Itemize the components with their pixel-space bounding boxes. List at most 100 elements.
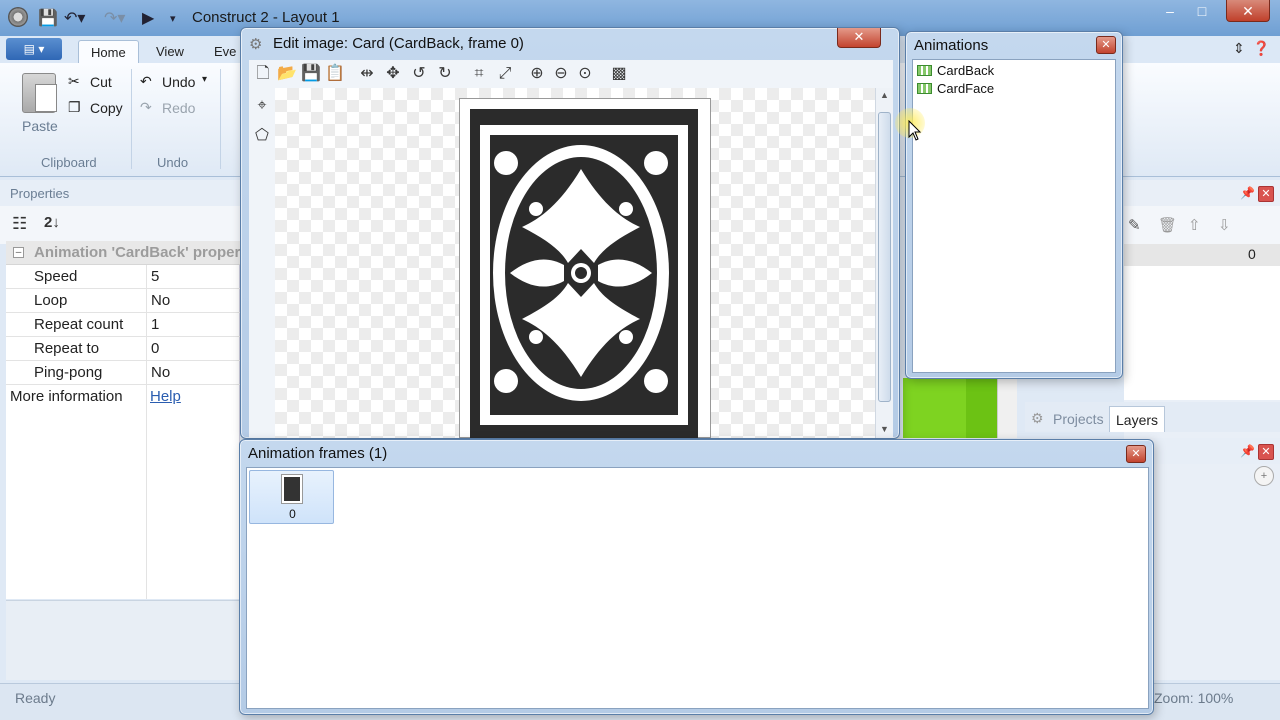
add-object-icon[interactable]: + [1254,466,1274,486]
close-button[interactable]: ✕ [1096,36,1116,54]
property-name: Loop [34,292,68,309]
property-name: Repeat to [34,340,100,357]
save-icon[interactable]: 💾 [301,64,321,84]
rotate-left-icon[interactable]: ↺ [409,64,429,84]
property-value[interactable]: No [151,364,170,381]
move-layer-down-icon[interactable]: ⇩ [1218,216,1231,234]
property-value[interactable]: No [151,292,170,309]
flip-vertical-icon[interactable]: ✥ [383,64,403,84]
undo-icon[interactable]: ↶▾ [64,8,85,28]
edit-image-title: Edit image: Card (CardBack, frame 0) [273,35,524,52]
run-layout-icon[interactable]: ▶ [142,8,154,28]
cut-button[interactable]: Cut [90,74,112,90]
divider [146,289,147,313]
animation-film-icon [917,83,932,94]
tab-view[interactable]: View [144,40,196,64]
scrollbar-thumb[interactable] [878,112,891,402]
zoom-out-icon[interactable]: ⊖ [551,64,571,84]
animation-frames-title: Animation frames (1) [248,445,388,462]
redo-ribbon-icon: ↷ [140,99,152,115]
undo-group-label: Undo [157,155,189,170]
property-row-repeat-count[interactable]: Repeat count 1 [6,313,240,337]
animations-list: CardBack CardFace [912,59,1116,373]
paste-icon[interactable] [22,73,57,113]
properties-grid: – Animation 'CardBack' properties Speed … [6,241,240,599]
save-icon[interactable]: 💾 [38,8,58,28]
pin-icon[interactable]: 📌 [1240,444,1255,458]
redo-icon[interactable]: ↷▾ [104,8,125,28]
close-panel-icon[interactable]: ✕ [1258,186,1274,202]
maximize-button[interactable]: □ [1188,0,1216,22]
help-link[interactable]: Help [150,388,181,405]
tab-projects[interactable]: Projects [1047,406,1110,432]
frame-tile[interactable]: 0 [249,470,334,524]
property-row-loop[interactable]: Loop No [6,289,240,313]
edit-layer-icon[interactable]: ✎ [1128,216,1141,234]
property-row-speed[interactable]: Speed 5 [6,265,240,289]
properties-header: Properties [0,180,240,206]
customize-quick-access-icon[interactable]: ▾ [170,12,176,25]
layout-scrollbar[interactable] [997,378,1017,438]
crop-icon[interactable]: ⌗ [469,64,489,84]
undo-button[interactable]: Undo [162,74,195,90]
cut-icon[interactable]: ✂ [68,73,80,90]
collapse-icon[interactable]: – [13,247,24,258]
resize-icon[interactable]: ⤢ [495,64,515,84]
property-row-ping-pong[interactable]: Ping-pong No [6,361,240,385]
animation-item-cardface[interactable]: CardFace [917,81,994,96]
properties-toolbar: ☷ 2↓ [0,206,240,244]
property-row-repeat-to[interactable]: Repeat to 0 [6,337,240,361]
delete-layer-icon[interactable]: 🗑 [1158,216,1177,234]
zoom-actual-icon[interactable]: ⊙ [575,64,595,84]
collision-polygon-icon[interactable]: ⬠ [252,126,272,146]
close-button[interactable]: ✕ [837,28,881,48]
tab-layers[interactable]: Layers [1109,406,1166,432]
property-value[interactable]: 1 [151,316,159,333]
minimize-button[interactable]: – [1156,0,1184,22]
close-button[interactable]: ✕ [1226,0,1270,22]
categorized-icon[interactable]: ☷ [12,214,27,234]
divider [146,361,147,385]
property-value[interactable]: 5 [151,268,159,285]
undo-dropdown-icon[interactable]: ▾ [202,74,207,85]
open-icon[interactable]: 📂 [277,64,297,84]
panel-tabs: ⚙ Projects Layers [1025,402,1280,432]
vertical-scrollbar[interactable]: ▲ ▼ [875,88,893,438]
close-panel-icon[interactable]: ✕ [1258,444,1274,460]
alpha-icon[interactable]: ▩ [609,64,629,84]
property-name: Repeat count [34,316,124,333]
ribbon-separator [220,69,221,169]
undo-ribbon-icon[interactable]: ↶ [140,73,152,90]
flip-horizontal-icon[interactable]: ⇹ [357,64,377,84]
animation-film-icon [917,65,932,76]
scroll-up-icon[interactable]: ▲ [880,90,889,100]
divider [146,385,147,599]
ribbon-options-icons[interactable]: ⇕ ❓ [1233,40,1270,57]
move-layer-up-icon[interactable]: ⇧ [1188,216,1201,234]
close-button[interactable]: ✕ [1126,445,1146,463]
clipboard-group-label: Clipboard [41,155,97,170]
paste-icon[interactable]: 📋 [325,64,345,84]
property-value[interactable]: 0 [151,340,159,357]
layer-row[interactable] [1124,244,1280,266]
image-canvas[interactable] [275,88,875,438]
copy-button[interactable]: Copy [90,100,123,116]
property-group-label: Animation 'CardBack' properties [34,244,240,261]
new-icon[interactable]: 🗋 [253,64,273,84]
property-group-header[interactable]: – Animation 'CardBack' properties [6,241,240,265]
scroll-down-icon[interactable]: ▼ [880,424,889,434]
zoom-in-icon[interactable]: ⊕ [527,64,547,84]
set-origin-icon[interactable]: ⌖ [252,96,272,116]
animation-item-cardback[interactable]: CardBack [917,63,995,78]
copy-icon[interactable]: ❐ [68,99,81,116]
app-menu-button[interactable]: ▤ ▾ [6,38,62,60]
tab-home[interactable]: Home [78,40,139,64]
rotate-right-icon[interactable]: ↻ [435,64,455,84]
pin-icon[interactable]: 📌 [1240,186,1255,200]
ribbon-separator [131,69,132,169]
animation-name: CardBack [937,63,995,78]
card-back-artwork [470,109,698,438]
construct-logo-icon[interactable] [8,7,28,27]
paste-button[interactable]: Paste [22,118,58,134]
sort-alphabetical-icon[interactable]: 2↓ [44,214,60,231]
